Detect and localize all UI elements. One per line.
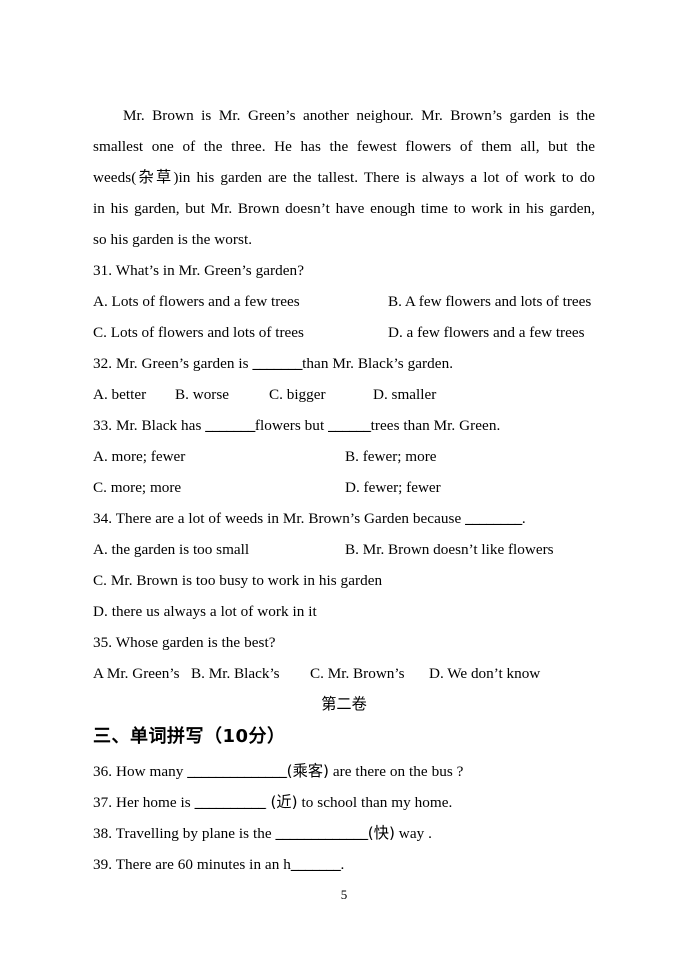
part-two-heading: 第二卷	[321, 695, 367, 713]
option-c[interactable]: C. Mr. Brown is too busy to work in his …	[93, 565, 595, 596]
chinese-hint: (快)	[367, 824, 395, 842]
stem-text-after: trees than Mr. Green.	[370, 417, 501, 434]
document-page: Mr. Brown is Mr. Green’s another neighou…	[0, 0, 688, 971]
option-d[interactable]: D. smaller	[373, 379, 436, 410]
fill-question-38: 38. Travelling by plane is the (快) way .	[93, 818, 595, 849]
passage-line: weeds(杂草)in his garden are the tallest. …	[93, 169, 595, 186]
page-number: 5	[340, 887, 348, 902]
document-body: Mr. Brown is Mr. Green’s another neighou…	[93, 100, 595, 880]
option-c[interactable]: C. Lots of flowers and lots of trees	[93, 317, 304, 348]
option-b[interactable]: B. Mr. Brown doesn’t like flowers	[345, 534, 554, 565]
question-text-before: 36. How many	[93, 763, 188, 780]
question-34: 34. There are a lot of weeds in Mr. Brow…	[93, 503, 595, 627]
stem-text-before: 33. Mr. Black has	[93, 417, 206, 434]
option-b[interactable]: B. fewer; more	[345, 441, 437, 472]
question-stem: 34. There are a lot of weeds in Mr. Brow…	[93, 503, 595, 534]
option-a[interactable]: A. the garden is too small	[93, 534, 249, 565]
question-text-after: to school than my home.	[297, 794, 453, 811]
option-c[interactable]: C. bigger	[269, 379, 326, 410]
stem-text-before: 32. Mr. Green’s garden is	[93, 355, 253, 372]
chinese-hint: (乘客)	[286, 762, 330, 780]
passage-line: so his garden is the worst.	[93, 231, 253, 248]
stem-text-after: .	[521, 510, 526, 527]
option-row: A. more; fewer B. fewer; more	[93, 441, 595, 472]
option-a[interactable]: A. better	[93, 379, 146, 410]
question-text-before: 37. Her home is	[93, 794, 195, 811]
question-text-before: 39. There are 60 minutes in an h	[93, 856, 291, 873]
reading-passage: Mr. Brown is Mr. Green’s another neighou…	[93, 100, 595, 255]
fill-question-39: 39. There are 60 minutes in an h.	[93, 849, 595, 880]
option-b[interactable]: B. worse	[175, 379, 229, 410]
option-b[interactable]: B. A few flowers and lots of trees	[388, 286, 591, 317]
answer-blank[interactable]	[187, 763, 286, 780]
fill-in-section: 36. How many (乘客) are there on the bus ?…	[93, 756, 595, 880]
option-row: A. the garden is too small B. Mr. Brown …	[93, 534, 595, 565]
answer-blank[interactable]	[205, 417, 255, 434]
answer-blank[interactable]	[195, 794, 266, 811]
question-32: 32. Mr. Green’s garden is than Mr. Black…	[93, 348, 595, 410]
option-a[interactable]: A Mr. Green’s	[93, 658, 179, 689]
option-row: A. Lots of flowers and a few trees B. A …	[93, 286, 595, 317]
question-stem: 35. Whose garden is the best?	[93, 634, 276, 651]
option-b[interactable]: B. Mr. Black’s	[191, 658, 280, 689]
fill-question-37: 37. Her home is (近) to school than my ho…	[93, 787, 595, 818]
option-row: A. better B. worse C. bigger D. smaller	[93, 379, 595, 410]
option-row: C. Lots of flowers and lots of trees D. …	[93, 317, 595, 348]
answer-blank[interactable]	[276, 825, 368, 842]
question-text-after: way .	[394, 825, 432, 842]
question-stem: 32. Mr. Green’s garden is than Mr. Black…	[93, 348, 595, 379]
question-31: 31. What’s in Mr. Green’s garden? A. Lot…	[93, 255, 595, 348]
option-d[interactable]: D. there us always a lot of work in it	[93, 596, 595, 627]
stem-text-after: than Mr. Black’s garden.	[302, 355, 454, 372]
question-33: 33. Mr. Black has flowers but trees than…	[93, 410, 595, 503]
option-c[interactable]: C. Mr. Brown’s	[310, 658, 405, 689]
option-d[interactable]: D. We don’t know	[429, 658, 540, 689]
section-heading: 三、单词拼写（10分）	[93, 726, 286, 747]
option-a[interactable]: A. Lots of flowers and a few trees	[93, 286, 300, 317]
question-text-after: .	[340, 856, 345, 873]
passage-line: smallest one of the three. He has the fe…	[93, 138, 595, 155]
question-35: 35. Whose garden is the best? A Mr. Gree…	[93, 627, 595, 689]
fill-question-36: 36. How many (乘客) are there on the bus ?	[93, 756, 595, 787]
answer-blank[interactable]	[328, 417, 371, 434]
question-text-after: are there on the bus ?	[329, 763, 464, 780]
option-d[interactable]: D. fewer; fewer	[345, 472, 441, 503]
stem-text-middle: flowers but	[254, 417, 329, 434]
question-stem: 33. Mr. Black has flowers but trees than…	[93, 410, 595, 441]
option-row: C. more; more D. fewer; fewer	[93, 472, 595, 503]
option-d[interactable]: D. a few flowers and a few trees	[388, 317, 585, 348]
question-text-before: 38. Travelling by plane is the	[93, 825, 276, 842]
passage-line: in his garden, but Mr. Brown doesn’t hav…	[93, 200, 595, 217]
stem-text-before: 34. There are a lot of weeds in Mr. Brow…	[93, 510, 466, 527]
answer-blank[interactable]	[252, 355, 302, 372]
answer-blank[interactable]	[291, 856, 341, 873]
question-stem: 31. What’s in Mr. Green’s garden?	[93, 262, 304, 279]
answer-blank[interactable]	[465, 510, 522, 527]
passage-line: Mr. Brown is Mr. Green’s another neighou…	[123, 107, 595, 124]
chinese-hint: (近)	[265, 793, 298, 811]
option-row: A Mr. Green’s B. Mr. Black’s C. Mr. Brow…	[93, 658, 595, 689]
option-a[interactable]: A. more; fewer	[93, 441, 185, 472]
option-c[interactable]: C. more; more	[93, 472, 181, 503]
